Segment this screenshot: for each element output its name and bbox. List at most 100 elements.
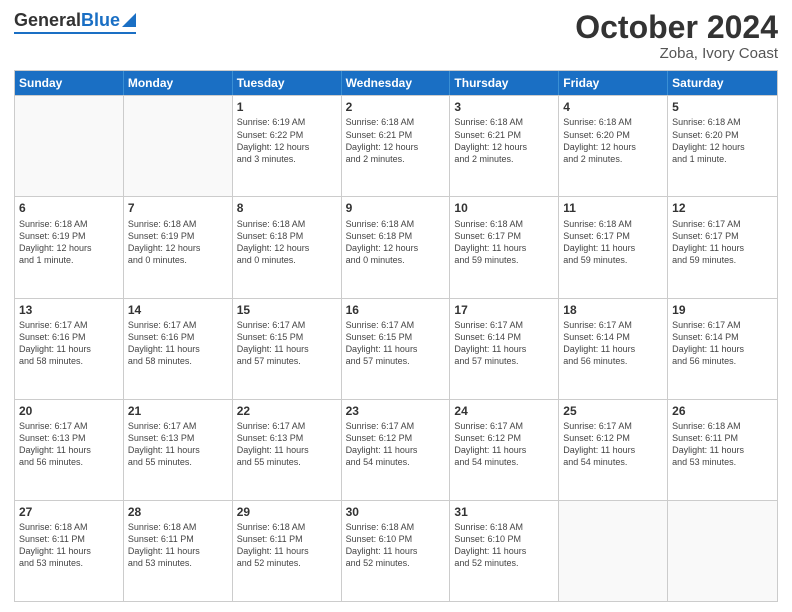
day-number-18: 18 (563, 302, 663, 318)
day-number-15: 15 (237, 302, 337, 318)
cal-cell-0-0 (15, 96, 124, 196)
cal-cell-4-5 (559, 501, 668, 601)
week-row-4: 27Sunrise: 6:18 AM Sunset: 6:11 PM Dayli… (15, 500, 777, 601)
page: General Blue October 2024 Zoba, Ivory Co… (0, 0, 792, 612)
header-wednesday: Wednesday (342, 71, 451, 95)
day-number-10: 10 (454, 200, 554, 216)
day-number-26: 26 (672, 403, 773, 419)
day-number-28: 28 (128, 504, 228, 520)
day-number-12: 12 (672, 200, 773, 216)
cell-text-3-3: Sunrise: 6:17 AM Sunset: 6:12 PM Dayligh… (346, 420, 446, 469)
cal-cell-3-1: 21Sunrise: 6:17 AM Sunset: 6:13 PM Dayli… (124, 400, 233, 500)
cell-text-3-5: Sunrise: 6:17 AM Sunset: 6:12 PM Dayligh… (563, 420, 663, 469)
cell-text-3-6: Sunrise: 6:18 AM Sunset: 6:11 PM Dayligh… (672, 420, 773, 469)
cal-cell-1-2: 8 Sunrise: 6:18 AM Sunset: 6:18 PM Daylig… (233, 197, 342, 297)
day-number-3: 3 (454, 99, 554, 115)
header-tuesday: Tuesday (233, 71, 342, 95)
day-number-2: 2 (346, 99, 446, 115)
day-number-13: 13 (19, 302, 119, 318)
week-row-2: 13Sunrise: 6:17 AM Sunset: 6:16 PM Dayli… (15, 298, 777, 399)
logo-blue: Blue (81, 10, 120, 31)
day-number-21: 21 (128, 403, 228, 419)
day-number-29: 29 (237, 504, 337, 520)
cal-cell-1-3: 9Sunrise: 6:18 AM Sunset: 6:18 PM Daylig… (342, 197, 451, 297)
cell-text-2-3: Sunrise: 6:17 AM Sunset: 6:15 PM Dayligh… (346, 319, 446, 368)
cal-cell-2-4: 17Sunrise: 6:17 AM Sunset: 6:14 PM Dayli… (450, 299, 559, 399)
cal-cell-4-2: 29Sunrise: 6:18 AM Sunset: 6:11 PM Dayli… (233, 501, 342, 601)
calendar-header: Sunday Monday Tuesday Wednesday Thursday… (15, 71, 777, 95)
cal-cell-0-2: 1Sunrise: 6:19 AM Sunset: 6:22 PM Daylig… (233, 96, 342, 196)
cal-cell-0-5: 4Sunrise: 6:18 AM Sunset: 6:20 PM Daylig… (559, 96, 668, 196)
header-sunday: Sunday (15, 71, 124, 95)
day-number-11: 11 (563, 200, 663, 216)
logo-general: General (14, 10, 81, 31)
cell-text-2-6: Sunrise: 6:17 AM Sunset: 6:14 PM Dayligh… (672, 319, 773, 368)
day-number-16: 16 (346, 302, 446, 318)
cell-text-1-2: Sunrise: 6:18 AM Sunset: 6:18 PM Dayligh… (237, 218, 337, 267)
calendar-body: 1Sunrise: 6:19 AM Sunset: 6:22 PM Daylig… (15, 95, 777, 601)
week-row-1: 6 Sunrise: 6:18 AM Sunset: 6:19 PM Daylig… (15, 196, 777, 297)
cell-text-1-3: Sunrise: 6:18 AM Sunset: 6:18 PM Dayligh… (346, 218, 446, 267)
cell-text-1-4: Sunrise: 6:18 AM Sunset: 6:17 PM Dayligh… (454, 218, 554, 267)
cell-text-3-0: Sunrise: 6:17 AM Sunset: 6:13 PM Dayligh… (19, 420, 119, 469)
cal-cell-0-3: 2Sunrise: 6:18 AM Sunset: 6:21 PM Daylig… (342, 96, 451, 196)
cell-text-3-1: Sunrise: 6:17 AM Sunset: 6:13 PM Dayligh… (128, 420, 228, 469)
cell-text-2-1: Sunrise: 6:17 AM Sunset: 6:16 PM Dayligh… (128, 319, 228, 368)
day-number-6: 6 (19, 200, 119, 216)
cell-text-2-4: Sunrise: 6:17 AM Sunset: 6:14 PM Dayligh… (454, 319, 554, 368)
cell-text-1-6: Sunrise: 6:17 AM Sunset: 6:17 PM Dayligh… (672, 218, 773, 267)
cell-text-4-2: Sunrise: 6:18 AM Sunset: 6:11 PM Dayligh… (237, 521, 337, 570)
day-number-20: 20 (19, 403, 119, 419)
day-number-14: 14 (128, 302, 228, 318)
day-number-1: 1 (237, 99, 337, 115)
header-thursday: Thursday (450, 71, 559, 95)
cal-cell-1-6: 12 Sunrise: 6:17 AM Sunset: 6:17 PM Dayli… (668, 197, 777, 297)
cal-cell-4-3: 30Sunrise: 6:18 AM Sunset: 6:10 PM Dayli… (342, 501, 451, 601)
cal-cell-1-1: 7 Sunrise: 6:18 AM Sunset: 6:19 PM Daylig… (124, 197, 233, 297)
cal-cell-3-6: 26Sunrise: 6:18 AM Sunset: 6:11 PM Dayli… (668, 400, 777, 500)
cell-text-2-0: Sunrise: 6:17 AM Sunset: 6:16 PM Dayligh… (19, 319, 119, 368)
day-number-8: 8 (237, 200, 337, 216)
header-saturday: Saturday (668, 71, 777, 95)
day-number-17: 17 (454, 302, 554, 318)
cal-cell-2-3: 16Sunrise: 6:17 AM Sunset: 6:15 PM Dayli… (342, 299, 451, 399)
cal-cell-3-5: 25Sunrise: 6:17 AM Sunset: 6:12 PM Dayli… (559, 400, 668, 500)
week-row-0: 1Sunrise: 6:19 AM Sunset: 6:22 PM Daylig… (15, 95, 777, 196)
cal-cell-3-0: 20Sunrise: 6:17 AM Sunset: 6:13 PM Dayli… (15, 400, 124, 500)
cell-text-2-5: Sunrise: 6:17 AM Sunset: 6:14 PM Dayligh… (563, 319, 663, 368)
cell-text-3-2: Sunrise: 6:17 AM Sunset: 6:13 PM Dayligh… (237, 420, 337, 469)
logo-underline (14, 32, 136, 34)
cal-cell-2-0: 13Sunrise: 6:17 AM Sunset: 6:16 PM Dayli… (15, 299, 124, 399)
cell-text-4-1: Sunrise: 6:18 AM Sunset: 6:11 PM Dayligh… (128, 521, 228, 570)
cal-cell-3-3: 23Sunrise: 6:17 AM Sunset: 6:12 PM Dayli… (342, 400, 451, 500)
day-number-22: 22 (237, 403, 337, 419)
day-number-7: 7 (128, 200, 228, 216)
cal-cell-2-2: 15Sunrise: 6:17 AM Sunset: 6:15 PM Dayli… (233, 299, 342, 399)
day-number-25: 25 (563, 403, 663, 419)
cell-text-1-0: Sunrise: 6:18 AM Sunset: 6:19 PM Dayligh… (19, 218, 119, 267)
cal-cell-2-5: 18Sunrise: 6:17 AM Sunset: 6:14 PM Dayli… (559, 299, 668, 399)
cell-text-1-1: Sunrise: 6:18 AM Sunset: 6:19 PM Dayligh… (128, 218, 228, 267)
cal-cell-3-4: 24Sunrise: 6:17 AM Sunset: 6:12 PM Dayli… (450, 400, 559, 500)
cal-cell-0-6: 5Sunrise: 6:18 AM Sunset: 6:20 PM Daylig… (668, 96, 777, 196)
cal-cell-0-1 (124, 96, 233, 196)
header-monday: Monday (124, 71, 233, 95)
day-number-5: 5 (672, 99, 773, 115)
cal-cell-2-1: 14Sunrise: 6:17 AM Sunset: 6:16 PM Dayli… (124, 299, 233, 399)
cal-cell-1-0: 6 Sunrise: 6:18 AM Sunset: 6:19 PM Daylig… (15, 197, 124, 297)
day-number-4: 4 (563, 99, 663, 115)
month-title: October 2024 (575, 10, 778, 45)
cell-text-0-3: Sunrise: 6:18 AM Sunset: 6:21 PM Dayligh… (346, 116, 446, 165)
week-row-3: 20Sunrise: 6:17 AM Sunset: 6:13 PM Dayli… (15, 399, 777, 500)
cell-text-3-4: Sunrise: 6:17 AM Sunset: 6:12 PM Dayligh… (454, 420, 554, 469)
cal-cell-4-6 (668, 501, 777, 601)
cal-cell-4-4: 31Sunrise: 6:18 AM Sunset: 6:10 PM Dayli… (450, 501, 559, 601)
day-number-19: 19 (672, 302, 773, 318)
cal-cell-4-1: 28Sunrise: 6:18 AM Sunset: 6:11 PM Dayli… (124, 501, 233, 601)
day-number-31: 31 (454, 504, 554, 520)
location: Zoba, Ivory Coast (575, 45, 778, 62)
cal-cell-1-5: 11Sunrise: 6:18 AM Sunset: 6:17 PM Dayli… (559, 197, 668, 297)
cell-text-0-2: Sunrise: 6:19 AM Sunset: 6:22 PM Dayligh… (237, 116, 337, 165)
cell-text-0-5: Sunrise: 6:18 AM Sunset: 6:20 PM Dayligh… (563, 116, 663, 165)
cell-text-4-3: Sunrise: 6:18 AM Sunset: 6:10 PM Dayligh… (346, 521, 446, 570)
